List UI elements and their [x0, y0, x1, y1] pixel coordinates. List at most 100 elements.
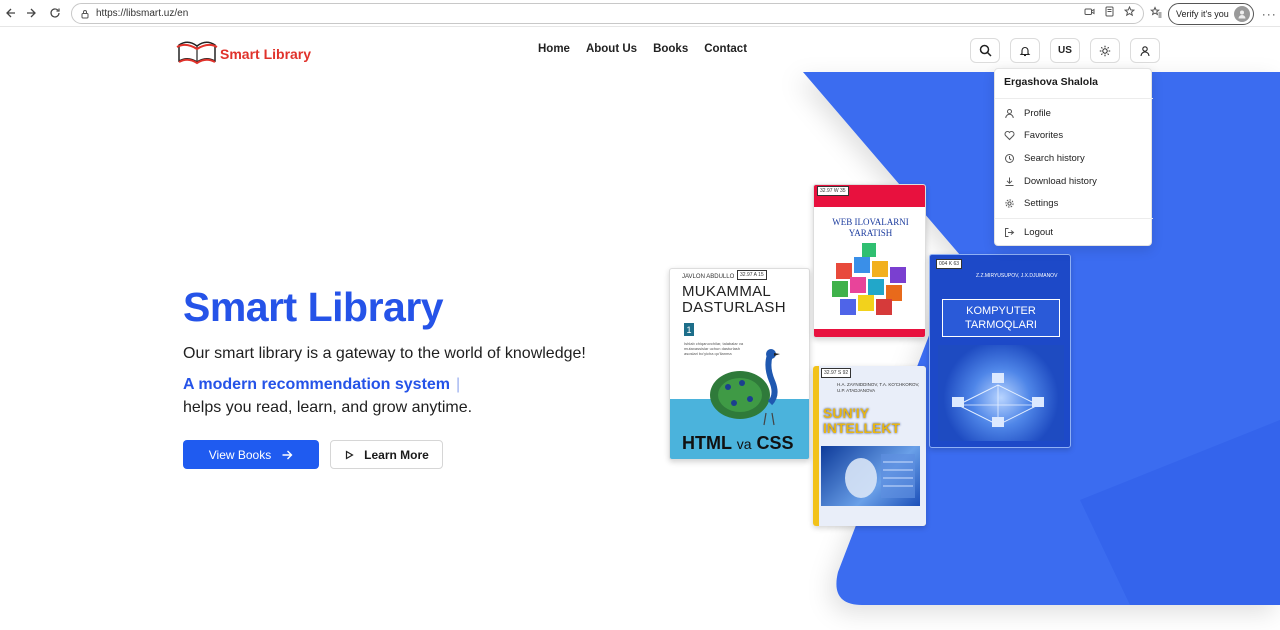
- menu-item-download-history[interactable]: Download history: [1004, 174, 1097, 188]
- book-title: WEB ILOVALARNI YARATISH: [814, 217, 925, 239]
- book-title-line2: DASTURLASH: [682, 299, 786, 316]
- reload-icon[interactable]: [44, 2, 66, 24]
- book-title: SUN'IY INTELLEKT: [823, 406, 900, 436]
- verify-label: Verify it's you: [1176, 9, 1229, 19]
- hero-description: helps you read, learn, and grow anytime.: [183, 399, 473, 416]
- main-nav: Home About Us Books Contact: [538, 43, 747, 55]
- hero-subtitle: Our smart library is a gateway to the wo…: [183, 345, 586, 362]
- hero-title: Smart Library: [183, 284, 444, 330]
- user-icon: [1005, 108, 1014, 118]
- book-author: JAVLON ABDULLO: [682, 274, 735, 280]
- book-authors: Z.Z.MIRYUSUPOV, J.X.DJUMANOV: [976, 273, 1058, 279]
- menu-item-settings[interactable]: Settings: [1004, 196, 1058, 210]
- camera-icon[interactable]: [1084, 6, 1095, 20]
- book-cover-band-bottom: [814, 329, 925, 337]
- book-title-line2: INTELLEKT: [823, 420, 900, 436]
- ai-robot-illustration: [821, 446, 920, 506]
- book-title: KOMPYUTER TARMOQLARI: [942, 299, 1060, 337]
- arrow-right-icon: [282, 450, 293, 459]
- cubes-illustration: [832, 243, 906, 315]
- star-icon[interactable]: [1123, 5, 1136, 20]
- logo-text: Smart Library: [220, 45, 312, 62]
- learn-more-label: Learn More: [364, 447, 429, 462]
- book-cover-suniy-intellekt[interactable]: 32.97 S 92 H.A. ZAYNIDDINOV, T.A. KO'CHK…: [813, 366, 926, 526]
- nav-books[interactable]: Books: [653, 43, 688, 55]
- bell-icon: [1019, 46, 1031, 56]
- book-bottom-va: va: [736, 436, 752, 452]
- view-books-button[interactable]: View Books: [183, 440, 319, 469]
- heart-icon: [1004, 130, 1015, 140]
- nav-about-us[interactable]: About Us: [586, 43, 637, 55]
- book-shelf-sticker: 32.97 S 92: [821, 368, 852, 378]
- book-volume: 1: [684, 323, 694, 336]
- search-button[interactable]: [970, 38, 1000, 63]
- theme-toggle-button[interactable]: [1090, 38, 1120, 63]
- book-cover-mukammal-dasturlash[interactable]: JAVLON ABDULLO 32.97 A 15 MUKAMMAL DASTU…: [669, 268, 810, 460]
- gear-icon: [1005, 198, 1014, 208]
- menu-item-favorites[interactable]: Favorites: [1004, 128, 1063, 142]
- reader-icon[interactable]: [1104, 6, 1115, 20]
- history-icon: [1005, 153, 1014, 163]
- book-title-line1: SUN'IY: [823, 405, 870, 421]
- menu-item-label: Settings: [1024, 197, 1059, 209]
- view-books-label: View Books: [208, 447, 272, 462]
- peacock-illustration: [710, 349, 780, 426]
- download-icon: [1005, 177, 1014, 186]
- user-dropdown-menu: Ergashova Shalola Profile Favorites Sear…: [994, 68, 1153, 246]
- language-button[interactable]: US: [1050, 38, 1080, 63]
- book-cover-kompyuter-tarmoqlari[interactable]: 004 K 63 Z.Z.MIRYUSUPOV, J.X.DJUMANOV KO…: [929, 254, 1071, 448]
- logout-icon: [1005, 227, 1015, 237]
- book-title-line2: YARATISH: [848, 228, 893, 238]
- play-icon: [346, 449, 354, 460]
- favorites-bar-icon[interactable]: [1150, 5, 1162, 23]
- menu-item-label: Download history: [1024, 175, 1097, 187]
- menu-item-label: Logout: [1024, 226, 1054, 238]
- menu-item-search-history[interactable]: Search history: [1004, 151, 1085, 165]
- user-icon: [1140, 45, 1150, 56]
- lock-icon: [80, 9, 90, 19]
- book-title: MUKAMMAL DASTURLASH: [682, 284, 786, 316]
- book-shelf-sticker: 32.97 W 35: [817, 186, 849, 196]
- profile-avatar-icon: [1233, 6, 1250, 22]
- search-icon: [979, 44, 992, 57]
- dropdown-divider: [995, 98, 1153, 99]
- hero-accent-label: A modern recommendation system: [183, 376, 451, 393]
- learn-more-button[interactable]: Learn More: [330, 440, 443, 469]
- menu-item-profile[interactable]: Profile: [1004, 106, 1051, 120]
- book-bottom-title: HTML va CSS: [682, 433, 794, 454]
- site-logo[interactable]: Smart Library: [176, 36, 311, 71]
- book-title-line1: KOMPYUTER: [966, 305, 1036, 317]
- back-icon[interactable]: [0, 2, 22, 24]
- book-cover-web-ilovalarni-yaratish[interactable]: 32.97 W 35 WEB ILOVALARNI YARATISH: [813, 184, 926, 338]
- book-authors: H.A. ZAYNIDDINOV, T.A. KO'CHKOROV, U.P. …: [837, 382, 920, 393]
- user-menu-button[interactable]: [1130, 38, 1160, 63]
- menu-item-label: Favorites: [1024, 129, 1064, 141]
- book-title-line1: MUKAMMAL: [682, 283, 772, 300]
- browser-toolbar: https://libsmart.uz/en Verify it's you ·…: [0, 0, 1280, 27]
- menu-item-label: Search history: [1024, 152, 1085, 164]
- forward-icon[interactable]: [20, 2, 42, 24]
- address-bar[interactable]: https://libsmart.uz/en: [71, 3, 1144, 24]
- hero-accent-text: A modern recommendation system |: [183, 376, 460, 394]
- notifications-button[interactable]: [1010, 38, 1040, 63]
- sun-icon: [1099, 45, 1111, 56]
- nav-contact[interactable]: Contact: [704, 43, 747, 55]
- user-name: Ergashova Shalola: [1004, 76, 1098, 88]
- nav-home[interactable]: Home: [538, 43, 570, 55]
- menu-item-label: Profile: [1024, 107, 1051, 119]
- book-shelf-sticker: 004 K 63: [936, 259, 963, 269]
- url-text: https://libsmart.uz/en: [96, 8, 189, 19]
- network-illustration: [938, 345, 1064, 441]
- book-title-line1: WEB ILOVALARNI: [832, 217, 909, 227]
- more-menu-icon[interactable]: ···: [1262, 7, 1277, 21]
- book-bottom-html: HTML: [682, 433, 732, 453]
- book-bottom-css: CSS: [756, 433, 794, 453]
- menu-item-logout[interactable]: Logout: [1004, 225, 1053, 239]
- book-title-line2: TARMOQLARI: [965, 319, 1037, 331]
- verify-button[interactable]: Verify it's you: [1168, 3, 1254, 25]
- typing-cursor: |: [456, 376, 461, 393]
- site-header: Smart Library Home About Us Books Contac…: [0, 27, 1280, 73]
- open-book-icon: [176, 36, 218, 71]
- dropdown-divider: [995, 218, 1153, 219]
- book-shelf-sticker: 32.97 A 15: [737, 270, 767, 280]
